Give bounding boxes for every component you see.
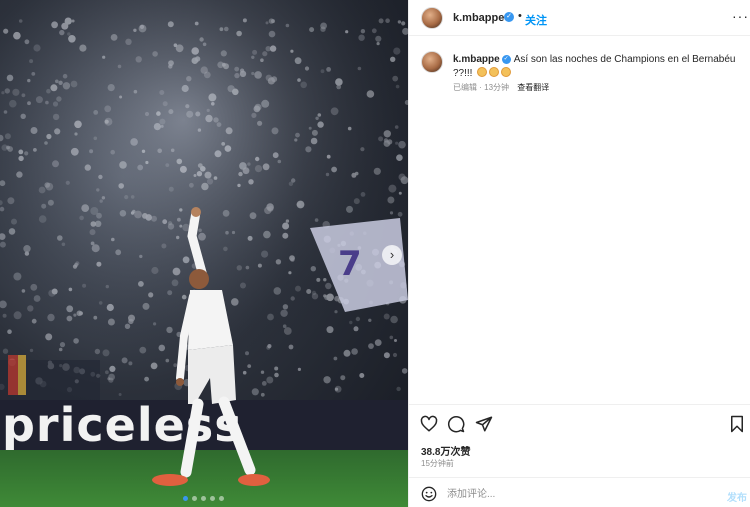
post-time: 15分钟前 [421,459,454,468]
author-username[interactable]: k.mbappe [453,12,504,24]
like-count[interactable]: 38.8万次赞 [421,443,470,458]
carousel-dot[interactable] [183,496,188,501]
caption-meta: 已编辑 · 13分钟 查看翻译 [453,82,549,93]
comment-input[interactable] [447,485,707,503]
translate-button[interactable]: 查看翻译 [517,83,549,92]
chevron-right-icon: › [389,247,395,262]
carousel-indicator [183,496,224,501]
post-comment-button[interactable]: 发布 [727,489,747,504]
post-header: k.mbappe ✓ • 关注 ··· [409,0,750,36]
next-slide-button[interactable]: › [382,245,402,265]
carousel-dot[interactable] [210,496,215,501]
comment-bar: 发布 [409,477,750,507]
verified-badge-icon: ✓ [504,12,514,22]
caption-username[interactable]: k.mbappe [453,54,500,65]
separator-dot: · [479,83,482,92]
heart-icon[interactable] [420,415,438,433]
post-media[interactable]: 7 priceless › [0,0,408,507]
author-avatar[interactable] [421,7,443,29]
follow-button[interactable]: 关注 [525,12,547,28]
post-actions: 38.8万次赞 15分钟前 发布 [409,404,750,504]
caption-body: k.mbappe ✓ Así son las noches de Champions… [453,53,743,81]
post-details-panel: k.mbappe ✓ • 关注 ··· k.mbappe ✓ Así son las… [408,0,750,507]
bookmark-icon[interactable] [728,415,746,433]
caption-time[interactable]: 13分钟 [484,83,509,92]
caption-avatar[interactable] [421,51,443,73]
verified-badge-icon: ✓ [501,54,511,64]
emoji-icon [477,67,488,77]
comment-icon[interactable] [447,415,465,433]
carousel-dot[interactable] [201,496,206,501]
share-icon[interactable] [475,415,493,433]
emoji-icon [501,67,512,77]
more-options-icon[interactable]: ··· [732,8,749,24]
emoji-icon [489,67,500,77]
carousel-dot[interactable] [219,496,224,501]
player-figure [152,207,270,486]
carousel-dot[interactable] [192,496,197,501]
emoji-icon[interactable] [421,486,437,502]
edited-label: 已编辑 [453,83,477,92]
separator-dot: • [518,10,522,22]
